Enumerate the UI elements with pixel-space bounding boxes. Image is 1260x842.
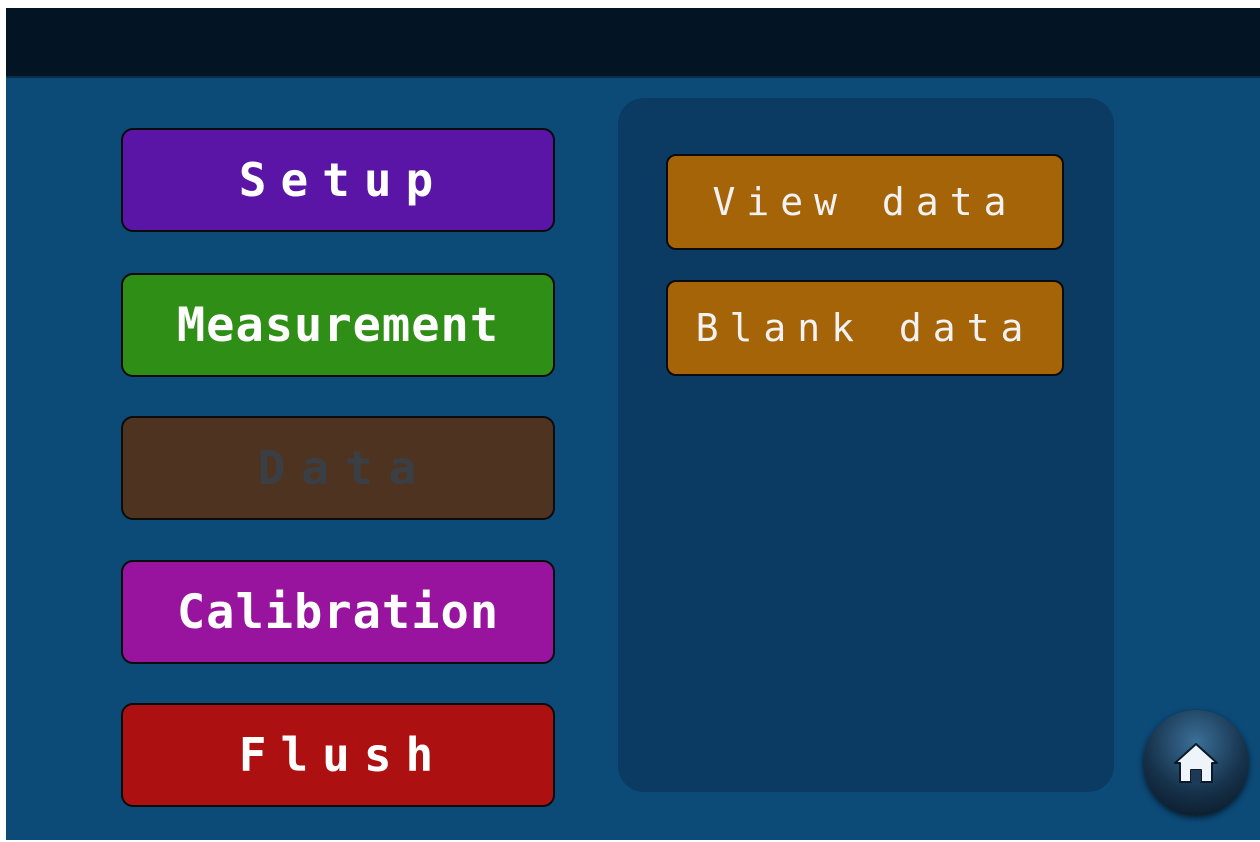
data-button[interactable]: Data bbox=[121, 416, 555, 520]
setup-button[interactable]: Setup bbox=[121, 128, 555, 232]
home-icon bbox=[1174, 743, 1218, 783]
top-bar bbox=[6, 8, 1260, 78]
screen: Setup Measurement Data Calibration Flush… bbox=[6, 8, 1260, 840]
measurement-button[interactable]: Measurement bbox=[121, 273, 555, 377]
data-submenu-panel: View data Blank data bbox=[618, 98, 1114, 792]
view-data-button[interactable]: View data bbox=[666, 154, 1064, 250]
home-button[interactable] bbox=[1143, 710, 1249, 816]
flush-button[interactable]: Flush bbox=[121, 703, 555, 807]
calibration-button[interactable]: Calibration bbox=[121, 560, 555, 664]
blank-data-button[interactable]: Blank data bbox=[666, 280, 1064, 376]
